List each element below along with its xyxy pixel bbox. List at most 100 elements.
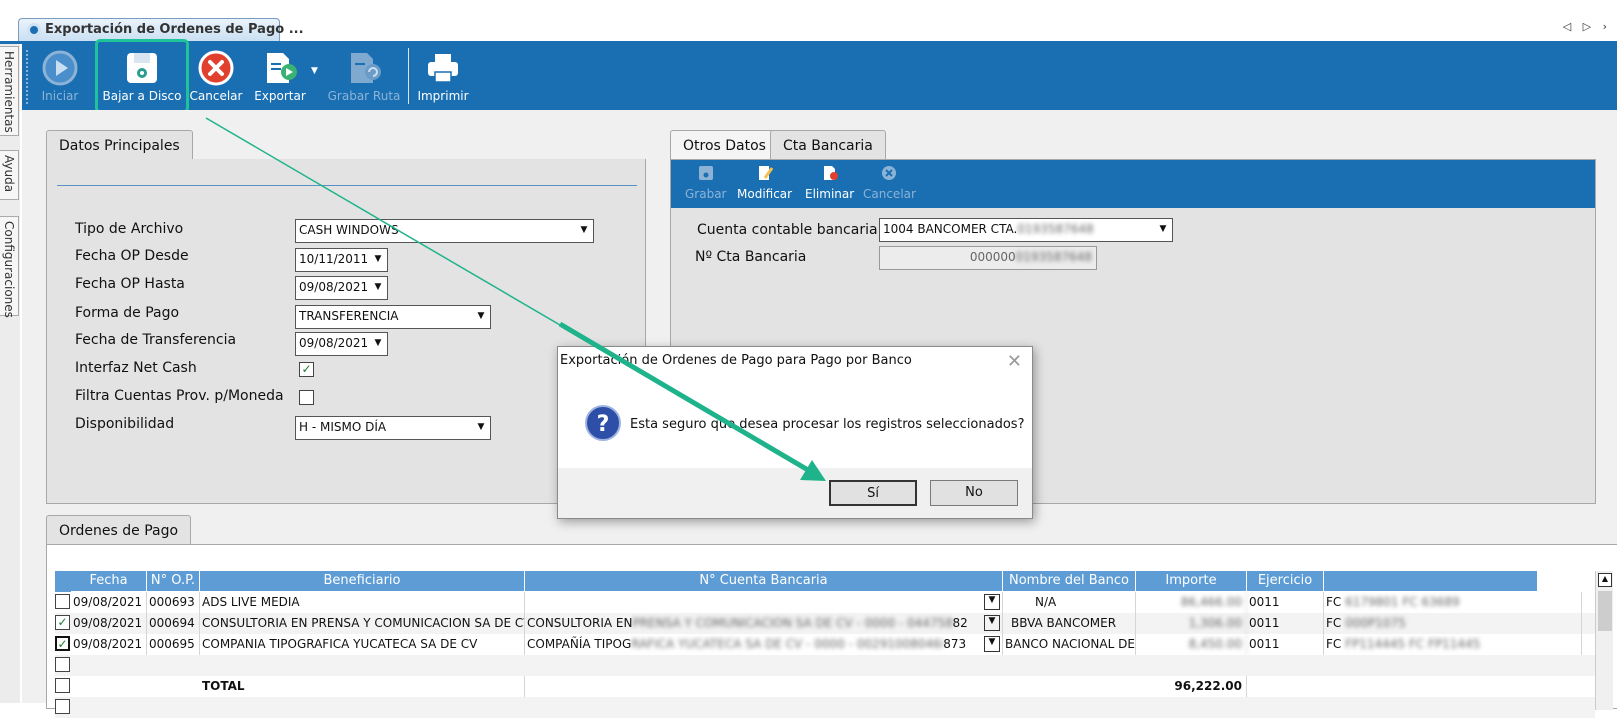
interfaz-net-cash-checkbox[interactable]: ✓: [299, 362, 314, 377]
modificar-button[interactable]: Modificar: [737, 164, 792, 201]
panel-header-line: [57, 185, 637, 186]
cuenta-contable-select[interactable]: 1004 BANCOMER CTA.0193587648 ▼: [879, 218, 1173, 242]
ordenes-de-pago-panel: Fecha N° O.P. Beneficiario N° Cuenta Ban…: [46, 544, 1617, 718]
datos-principales-panel: Tipo de Archivo CASH WINDOWS ▼ Fecha OP D…: [46, 159, 646, 504]
row-checkbox[interactable]: [55, 657, 70, 672]
cell-banco: BBVA BANCOMER: [1003, 613, 1136, 634]
cell-ejercicio: 0011: [1247, 634, 1324, 655]
yes-button[interactable]: Sí: [829, 480, 917, 506]
chevron-down-icon: ▼: [575, 220, 593, 242]
tab-ordenes-de-pago[interactable]: Ordenes de Pago: [46, 515, 192, 545]
col-importe[interactable]: Importe: [1136, 571, 1247, 591]
cell-importe: 86,466.00: [1136, 592, 1247, 613]
chevron-down-icon[interactable]: ▼: [984, 636, 1000, 652]
grid-scrollbar[interactable]: ▲: [1595, 571, 1613, 710]
disponibilidad-label: Disponibilidad: [75, 416, 175, 432]
tab-navigation-arrows[interactable]: ◁ ▷ ›: [1563, 20, 1611, 33]
row-checkbox[interactable]: ✓: [55, 615, 70, 630]
rail-tab-herramientas[interactable]: Herramientas: [0, 46, 19, 136]
chevron-down-icon: ▼: [369, 249, 387, 271]
tab-otros-datos[interactable]: Otros Datos: [670, 130, 779, 160]
fecha-hasta-picker[interactable]: 09/08/2021 ▼: [295, 276, 388, 300]
cancelar-cta-button[interactable]: Cancelar: [863, 164, 916, 201]
tipo-archivo-select[interactable]: CASH WINDOWS ▼: [295, 219, 594, 243]
app-icon: [27, 23, 41, 37]
toolbar-separator: [408, 48, 409, 104]
cell-referencia: FC FP114445 FC FP11445: [1324, 634, 1582, 655]
cancel-x-icon: [198, 50, 234, 86]
imprimir-button[interactable]: Imprimir: [414, 44, 472, 110]
table-row-empty[interactable]: [55, 697, 1595, 718]
exportar-button[interactable]: Exportar: [249, 44, 311, 110]
document-tab-title: Exportación de Ordenes de Pago ...: [45, 22, 304, 37]
forma-pago-select[interactable]: TRANSFERENCIA ▼: [295, 305, 491, 329]
scroll-thumb[interactable]: [1598, 591, 1612, 631]
cell-referencia: FC 000P1075: [1324, 613, 1582, 634]
delete-document-icon: [823, 166, 838, 180]
left-side-rail: Herramientas Ayuda Configuraciones: [0, 44, 20, 703]
cell-fecha: 09/08/2021: [71, 634, 147, 655]
cta-bancaria-toolbar: Grabar Modificar Eliminar Cancelar: [671, 160, 1595, 208]
edit-pencil-icon: [758, 166, 773, 180]
eliminar-button[interactable]: Eliminar: [805, 164, 854, 201]
chevron-down-icon: ▼: [472, 306, 490, 328]
table-row-empty[interactable]: [55, 655, 1595, 676]
chevron-down-icon[interactable]: ▼: [984, 594, 1000, 610]
total-value: 96,222.00: [1136, 676, 1247, 697]
table-row[interactable]: ✓ 09/08/2021 000695 COMPANIA TIPOGRAFICA…: [55, 634, 1595, 655]
cell-cuenta[interactable]: COMPAÑÍA TIPOGRAFICA YUCATECA SA DE CV -…: [525, 634, 1003, 655]
table-row[interactable]: ✓ 09/08/2021 000694 CONSULTORIA EN PRENS…: [55, 613, 1595, 634]
rail-tab-ayuda[interactable]: Ayuda: [0, 150, 19, 200]
dialog-footer: Sí No: [558, 468, 1032, 518]
tab-datos-principales[interactable]: Datos Principales: [46, 130, 193, 160]
total-label: TOTAL: [200, 676, 525, 697]
document-tab-strip: Exportación de Ordenes de Pago ... ◁ ▷ ›: [0, 0, 1617, 42]
chevron-down-icon[interactable]: ▼: [984, 615, 1000, 631]
cell-beneficiario: COMPANIA TIPOGRAFICA YUCATECA SA DE CV: [200, 634, 525, 655]
table-row-total: TOTAL 96,222.00: [55, 676, 1595, 697]
main-toolbar: Iniciar Bajar a Disco Cancelar Exportar …: [22, 39, 1617, 113]
fecha-hasta-label: Fecha OP Hasta: [75, 276, 185, 292]
fecha-transferencia-picker[interactable]: 09/08/2021 ▼: [295, 332, 388, 356]
save-route-icon: [351, 53, 381, 83]
exportar-dropdown-icon[interactable]: ▼: [311, 66, 318, 76]
export-document-icon: [267, 53, 297, 83]
scroll-up-icon[interactable]: ▲: [1598, 573, 1612, 587]
cancelar-button[interactable]: Cancelar: [187, 44, 245, 110]
dialog-title: Exportación de Ordenes de Pago para Pago…: [560, 353, 912, 368]
chevron-down-icon: ▼: [472, 417, 490, 439]
no-button[interactable]: No: [930, 480, 1018, 506]
tab-cta-bancaria[interactable]: Cta Bancaria: [770, 130, 886, 160]
fecha-desde-picker[interactable]: 10/11/2011 ▼: [295, 248, 388, 272]
col-cuenta-bancaria[interactable]: N° Cuenta Bancaria: [525, 571, 1003, 591]
cell-nro-op: 000694: [147, 613, 200, 634]
row-checkbox[interactable]: [55, 678, 70, 693]
col-nombre-banco[interactable]: Nombre del Banco: [1003, 571, 1136, 591]
nro-cta-bancaria-field[interactable]: 0000000193587648: [879, 246, 1097, 270]
disponibilidad-select[interactable]: H - MISMO DÍA ▼: [295, 416, 491, 440]
filtra-cuentas-checkbox[interactable]: [299, 390, 314, 405]
cell-importe: 1,306.00: [1136, 613, 1247, 634]
tipo-archivo-label: Tipo de Archivo: [75, 221, 184, 237]
cell-cuenta[interactable]: CONSULTORIA ENPRENSA Y COMUNICACION SA D…: [525, 613, 1003, 634]
row-checkbox[interactable]: [55, 699, 70, 714]
row-checkbox[interactable]: [55, 594, 70, 609]
close-icon[interactable]: ✕: [1007, 351, 1022, 372]
toolbar-grip: [26, 50, 28, 104]
grabar-button[interactable]: Grabar: [685, 164, 727, 201]
fecha-desde-label: Fecha OP Desde: [75, 248, 189, 264]
table-row[interactable]: 09/08/2021 000693 ADS LIVE MEDIA ▼ N/A 8…: [55, 592, 1595, 613]
printer-icon: [428, 54, 458, 83]
col-referencia[interactable]: [1324, 571, 1537, 591]
col-ejercicio[interactable]: Ejercicio: [1247, 571, 1324, 591]
forma-pago-label: Forma de Pago: [75, 305, 180, 321]
col-fecha[interactable]: Fecha: [71, 571, 147, 591]
col-beneficiario[interactable]: Beneficiario: [200, 571, 525, 591]
rail-tab-configuraciones[interactable]: Configuraciones: [0, 216, 19, 318]
iniciar-button[interactable]: Iniciar: [36, 44, 84, 110]
grabar-ruta-button[interactable]: Grabar Ruta: [326, 44, 402, 110]
col-nro-op[interactable]: N° O.P.: [147, 571, 200, 591]
row-checkbox[interactable]: ✓: [55, 636, 70, 651]
cell-cuenta[interactable]: ▼: [525, 592, 1003, 613]
cell-fecha: 09/08/2021: [71, 592, 147, 613]
